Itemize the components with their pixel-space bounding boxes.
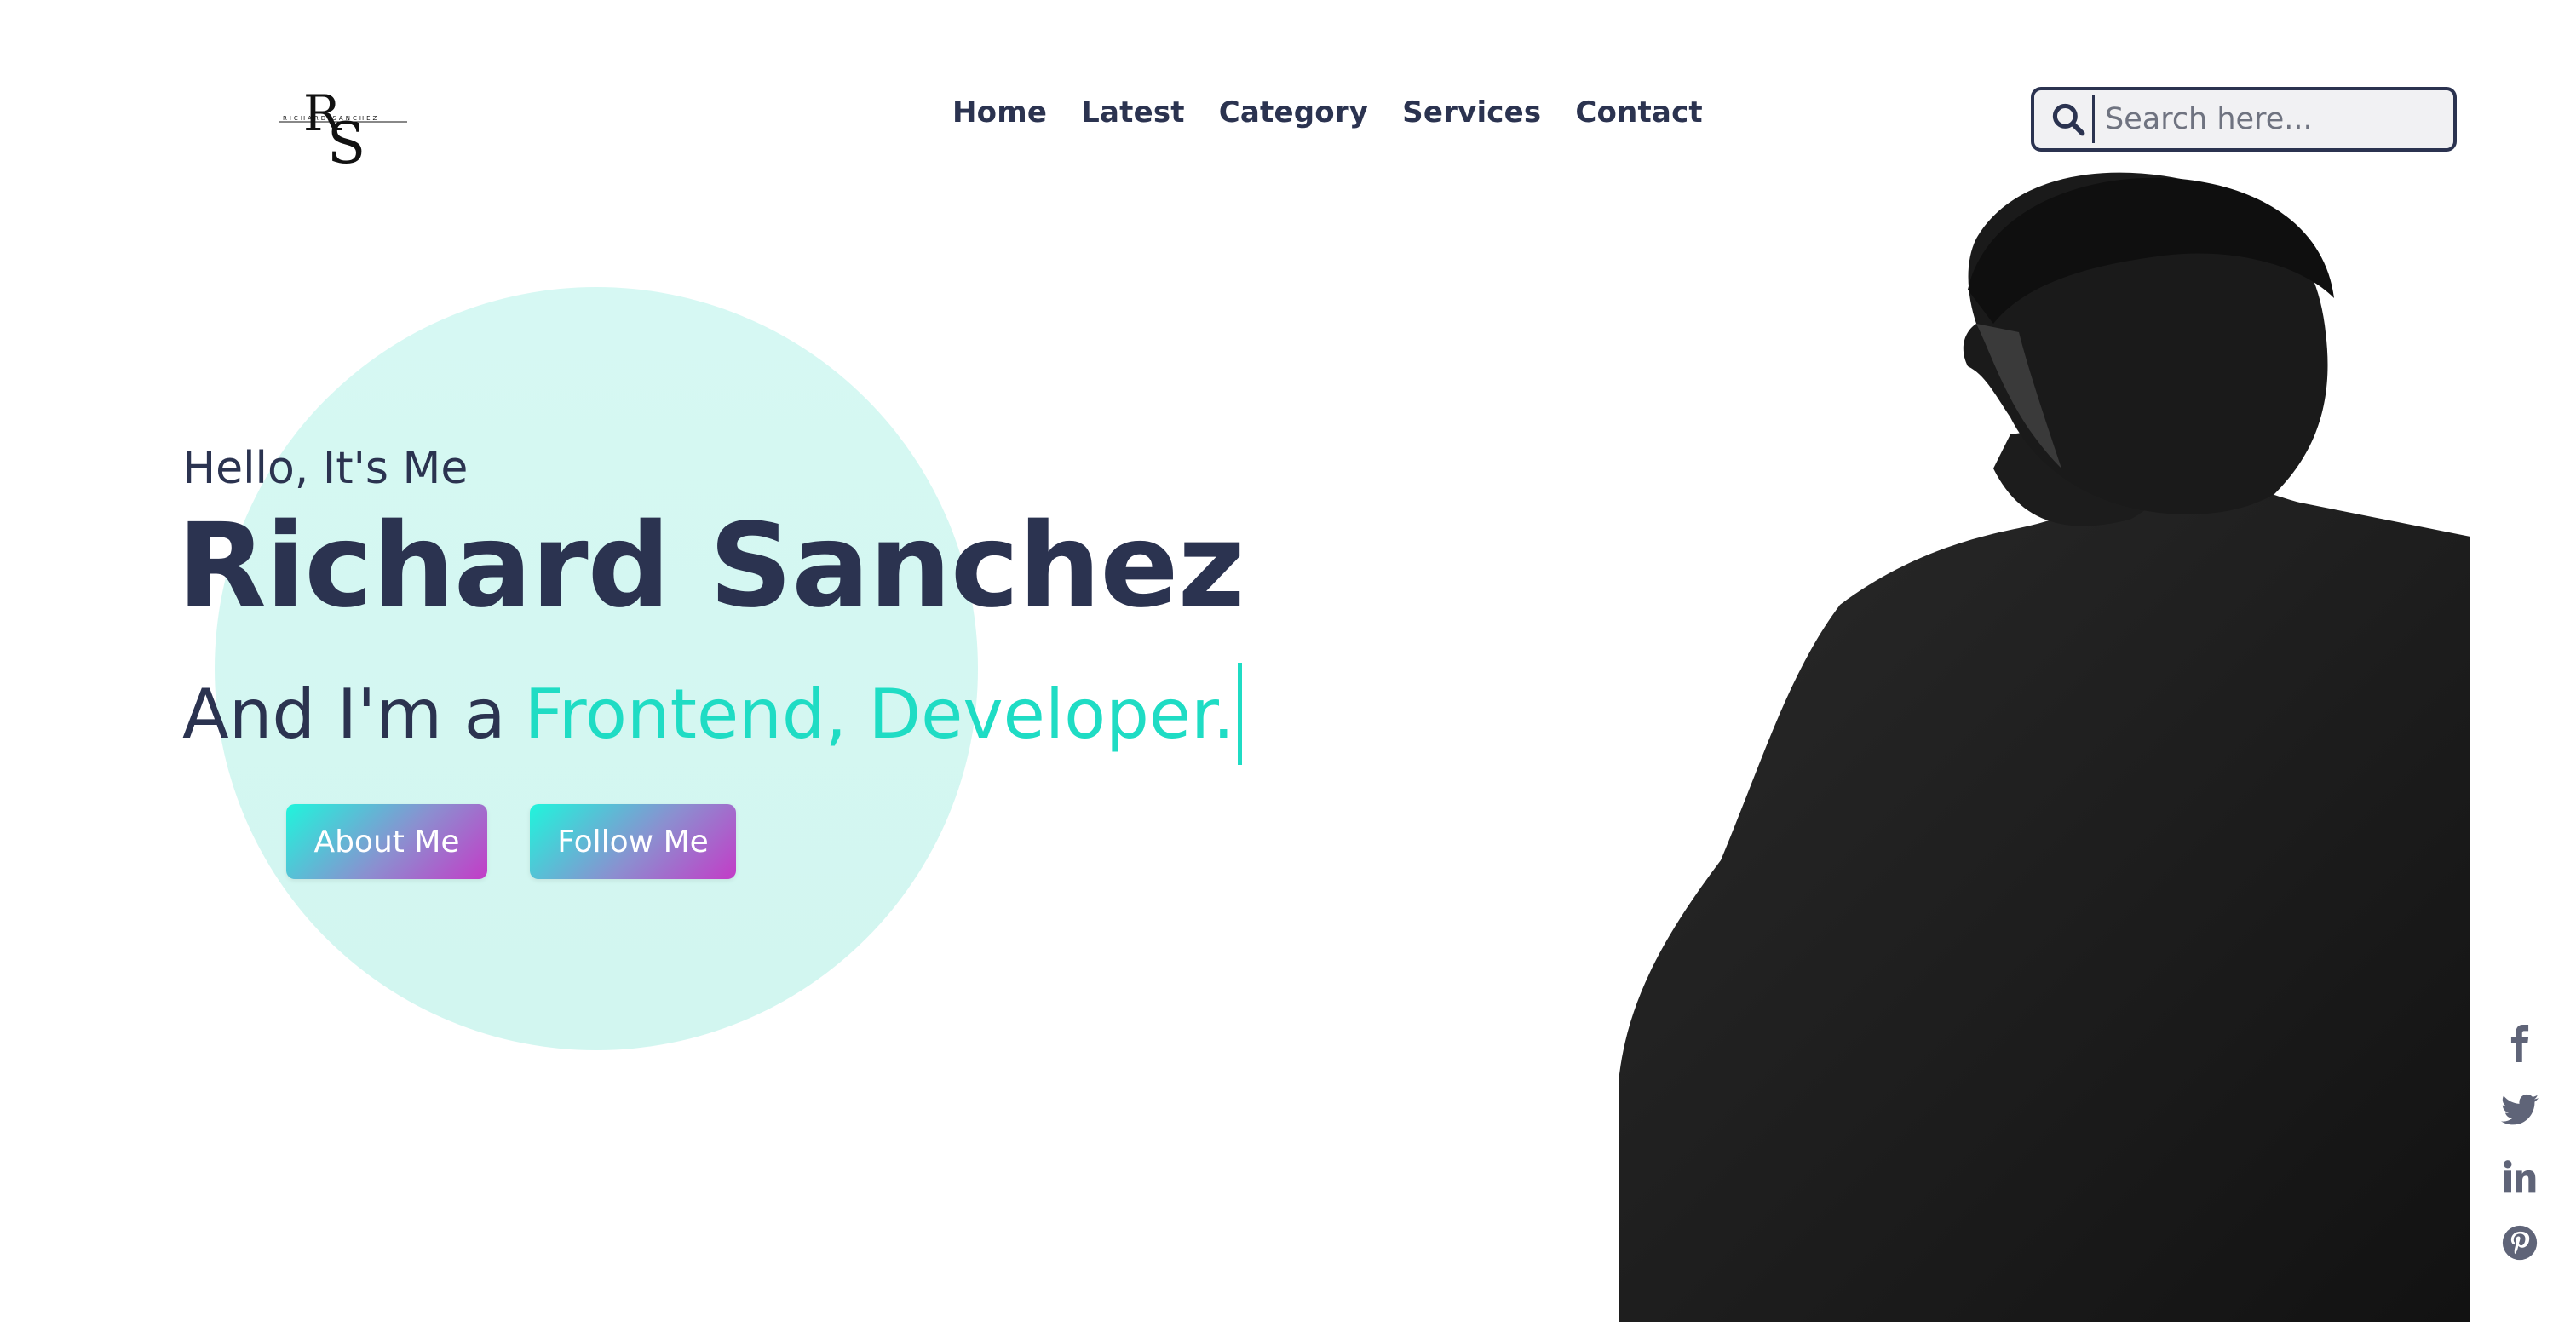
hero-role-prefix: And I'm a <box>182 674 506 754</box>
search-icon[interactable] <box>2046 97 2090 141</box>
about-me-button[interactable]: About Me <box>286 804 487 879</box>
hero-portrait-image <box>1619 162 2470 1322</box>
typing-caret <box>1238 663 1243 765</box>
nav-category[interactable]: Category <box>1219 95 1368 129</box>
linkedin-icon[interactable] <box>2498 1155 2541 1198</box>
hero-name: Richard Sanchez <box>177 499 1245 634</box>
nav-contact[interactable]: Contact <box>1575 95 1703 129</box>
pinterest-icon[interactable] <box>2498 1221 2541 1264</box>
search-box[interactable] <box>2031 87 2457 152</box>
search-caret <box>2092 95 2095 143</box>
logo[interactable]: R S RICHARD SANCHEZ <box>279 81 407 173</box>
logo-mark: R S RICHARD SANCHEZ <box>279 84 407 173</box>
twitter-icon[interactable] <box>2498 1089 2541 1131</box>
hero-role: And I'm a Frontend, Developer. <box>182 663 1243 765</box>
hero-greeting: Hello, It's Me <box>182 443 469 494</box>
facebook-icon[interactable] <box>2498 1022 2541 1065</box>
svg-text:RICHARD SANCHEZ: RICHARD SANCHEZ <box>283 115 379 122</box>
hero-role-typed: Frontend, Developer. <box>524 674 1235 754</box>
search-input[interactable] <box>2103 101 2430 137</box>
follow-me-button[interactable]: Follow Me <box>530 804 736 879</box>
nav-latest[interactable]: Latest <box>1081 95 1185 129</box>
nav-services[interactable]: Services <box>1402 95 1541 129</box>
social-links <box>2496 1022 2544 1264</box>
nav-home[interactable]: Home <box>952 95 1047 129</box>
page: R S RICHARD SANCHEZ Home Latest Category… <box>0 0 2576 1322</box>
main-nav: Home Latest Category Services Contact <box>952 95 1703 129</box>
